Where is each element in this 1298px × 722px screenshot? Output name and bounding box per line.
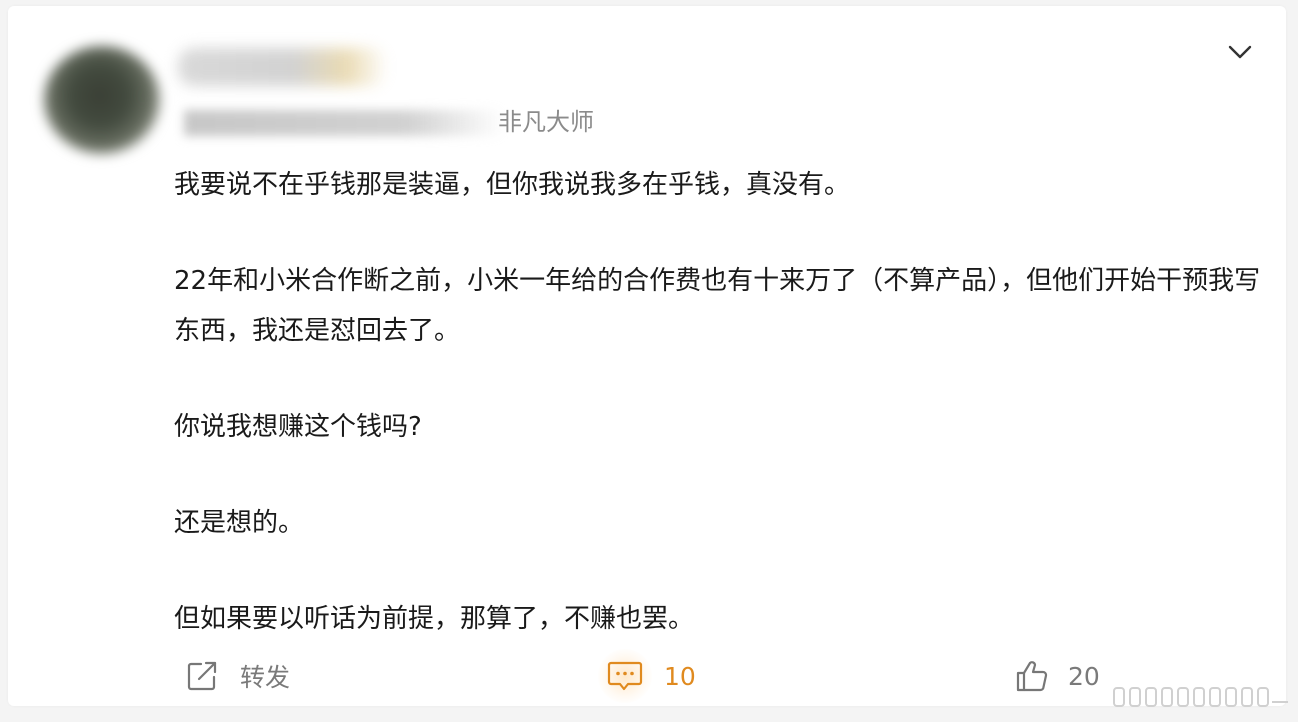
repost-button[interactable]: 转发: [184, 654, 290, 698]
comment-button[interactable]: 10: [598, 649, 696, 703]
username-blurred[interactable]: [178, 48, 388, 86]
post-paragraph: 22年和小米合作断之前，小米一年给的合作费也有十来万了（不算产品），但他们开始干…: [174, 266, 1261, 346]
comment-count: 10: [664, 661, 696, 691]
thumbs-up-icon: [1014, 658, 1050, 694]
like-count: 20: [1068, 661, 1100, 691]
watermark-bars: [1112, 682, 1292, 712]
post-source-label: 非凡大师: [498, 108, 594, 136]
post-meta-blurred: [184, 110, 504, 136]
like-button[interactable]: 20: [1014, 654, 1100, 698]
post-paragraph: 但如果要以听话为前提，那算了，不赚也罢。: [174, 604, 695, 634]
post-paragraph: 还是想的。: [174, 508, 305, 538]
post-body: 我要说不在乎钱那是装逼，但你我说我多在乎钱，真没有。 22年和小米合作断之前，小…: [174, 160, 1264, 644]
share-arrow-icon: [184, 658, 220, 694]
avatar[interactable]: [44, 46, 160, 154]
chevron-down-icon[interactable]: [1224, 36, 1256, 68]
weibo-post-card: 非凡大师 我要说不在乎钱那是装逼，但你我说我多在乎钱，真没有。 22年和小米合作…: [8, 6, 1286, 706]
repost-label: 转发: [240, 663, 291, 692]
action-bar: 转发 10 20: [8, 649, 1286, 703]
post-paragraph: 你说我想赚这个钱吗?: [174, 412, 422, 442]
post-paragraph: 我要说不在乎钱那是装逼，但你我说我多在乎钱，真没有。: [174, 170, 851, 200]
comment-bubble-icon: [598, 649, 652, 703]
